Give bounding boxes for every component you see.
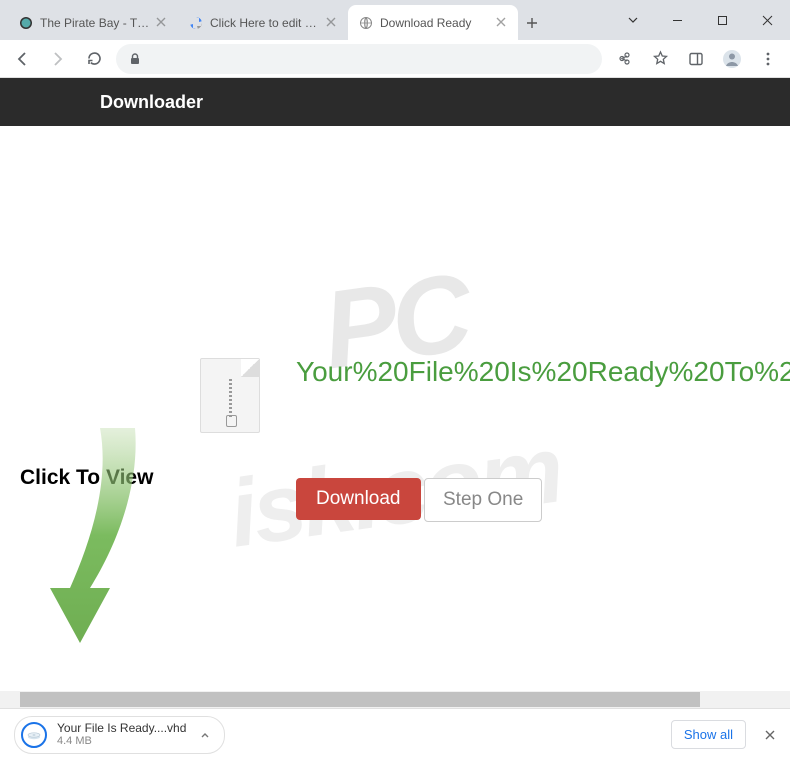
download-filesize: 4.4 MB: [57, 735, 186, 747]
download-item[interactable]: Your File Is Ready....vhd 4.4 MB: [14, 716, 225, 754]
profile-icon[interactable]: [718, 45, 746, 73]
tab-strip: The Pirate Bay - The gal Click Here to e…: [0, 5, 610, 40]
downloads-bar: Your File Is Ready....vhd 4.4 MB Show al…: [0, 708, 790, 760]
recaptcha-favicon: [188, 15, 204, 31]
horizontal-scrollbar[interactable]: [0, 691, 790, 708]
tab-title: Download Ready: [380, 16, 490, 30]
scrollbar-thumb[interactable]: [20, 692, 700, 707]
download-button[interactable]: Download: [296, 478, 421, 520]
share-icon[interactable]: [610, 45, 638, 73]
lock-icon: [128, 52, 142, 66]
close-icon[interactable]: [764, 729, 776, 741]
close-icon[interactable]: [326, 17, 338, 29]
page-header: Downloader: [0, 78, 790, 126]
disc-file-icon: [21, 722, 47, 748]
ready-headline: Your%20File%20Is%20Ready%20To%20: [296, 356, 790, 388]
globe-favicon: [358, 15, 374, 31]
click-to-view-label: Click To View: [20, 466, 153, 490]
arrow-down-icon: [40, 428, 170, 658]
browser-tab-1[interactable]: Click Here to edit your L: [178, 5, 348, 40]
minimize-button[interactable]: [655, 5, 700, 35]
download-filename: Your File Is Ready....vhd: [57, 722, 186, 735]
browser-tab-2[interactable]: Download Ready: [348, 5, 518, 40]
page-content: Downloader PC isk.com Your%20File%20Is%2…: [0, 78, 790, 708]
close-icon[interactable]: [156, 17, 168, 29]
window-titlebar: The Pirate Bay - The gal Click Here to e…: [0, 0, 790, 40]
zip-file-icon: [200, 358, 260, 433]
chevron-up-icon[interactable]: [200, 730, 210, 740]
tab-title: Click Here to edit your L: [210, 16, 320, 30]
download-text: Your File Is Ready....vhd 4.4 MB: [57, 722, 186, 747]
back-button[interactable]: [8, 45, 36, 73]
step-one-button[interactable]: Step One: [424, 478, 542, 522]
menu-icon[interactable]: [754, 45, 782, 73]
window-controls: [610, 0, 790, 40]
browser-tab-0[interactable]: The Pirate Bay - The gal: [8, 5, 178, 40]
show-all-button[interactable]: Show all: [671, 720, 746, 749]
address-bar[interactable]: [116, 44, 602, 74]
chevron-down-icon[interactable]: [610, 5, 655, 35]
forward-button[interactable]: [44, 45, 72, 73]
close-icon[interactable]: [496, 17, 508, 29]
maximize-button[interactable]: [700, 5, 745, 35]
page-title: Downloader: [100, 92, 203, 113]
tab-title: The Pirate Bay - The gal: [40, 16, 150, 30]
sidepanel-icon[interactable]: [682, 45, 710, 73]
watermark-text: PC: [0, 204, 790, 440]
pirate-favicon: [18, 15, 34, 31]
browser-toolbar: [0, 40, 790, 78]
new-tab-button[interactable]: [518, 5, 546, 40]
close-window-button[interactable]: [745, 5, 790, 35]
star-icon[interactable]: [646, 45, 674, 73]
reload-button[interactable]: [80, 45, 108, 73]
